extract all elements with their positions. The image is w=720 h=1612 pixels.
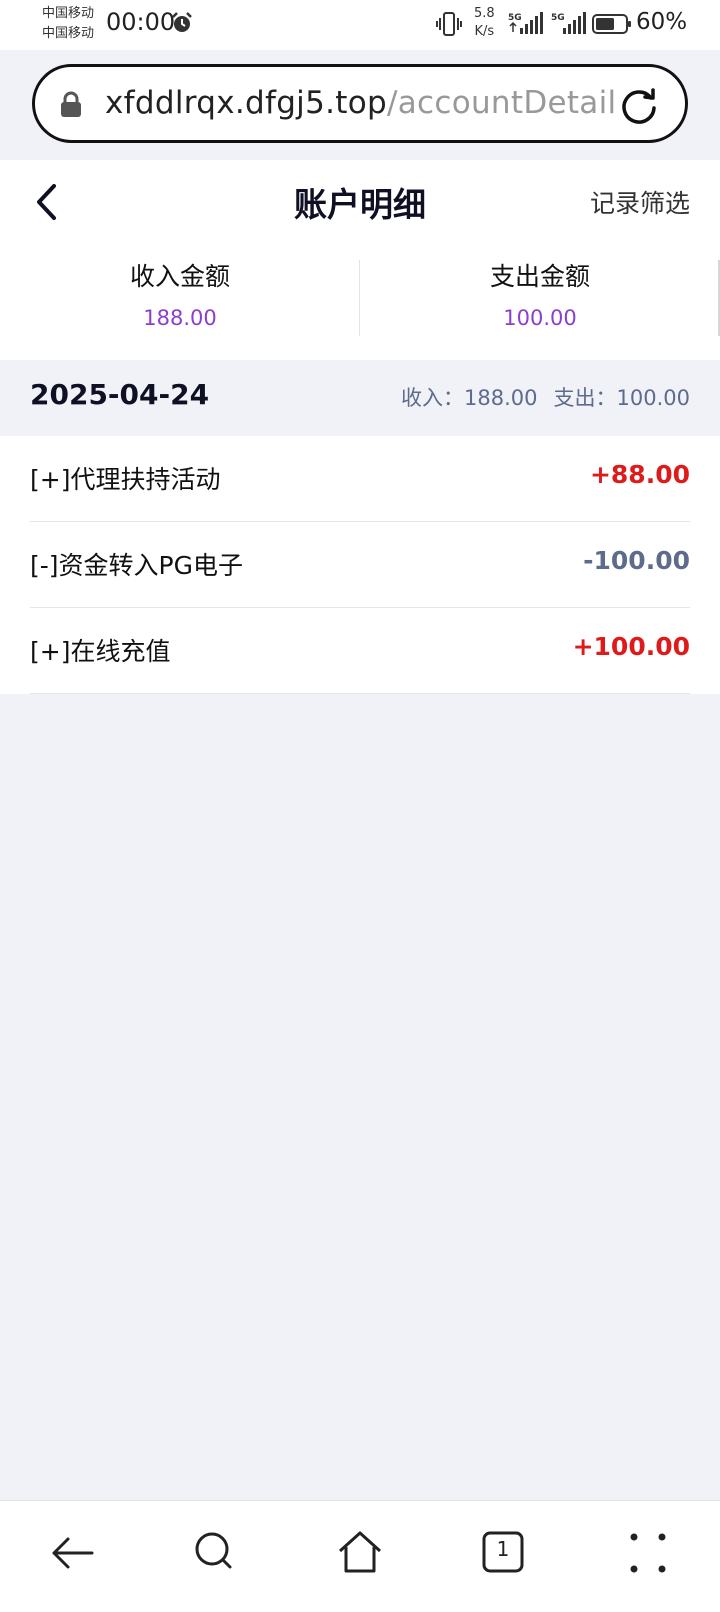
net-speed-unit: K/s xyxy=(474,24,495,39)
url-path: /accountDetail xyxy=(386,85,617,121)
lock-icon[interactable] xyxy=(60,91,82,118)
transaction-amount: +100.00 xyxy=(572,632,690,661)
signal-icon: 5G xyxy=(551,12,586,34)
income-label: 收入金额 xyxy=(129,262,230,291)
clock: 00:00 xyxy=(106,8,176,36)
transaction-row[interactable]: [+]代理扶持活动 +88.00 xyxy=(0,436,720,522)
signal-icon: 5G xyxy=(508,12,543,34)
expense-value: 100.00 xyxy=(503,306,577,330)
net-speed-value: 5.8 xyxy=(474,6,495,21)
group-date: 2025-04-24 xyxy=(30,378,210,411)
tabs-button[interactable]: 1 xyxy=(480,1529,528,1577)
alarm-icon xyxy=(172,12,192,32)
transaction-label: [+]在线充值 xyxy=(30,637,171,666)
reload-icon[interactable] xyxy=(619,86,659,126)
net-speed: 5.8 K/s xyxy=(474,5,495,41)
status-bar: 中国移动 中国移动 00:00 5.8 K/s 5G 5G 60% xyxy=(0,0,720,50)
signal-2-label: 5G xyxy=(551,13,565,23)
menu-dots-icon[interactable] xyxy=(624,1529,672,1577)
browser-bottom-nav: 1 xyxy=(0,1500,720,1612)
page-header: 账户明细 记录筛选 xyxy=(0,160,720,240)
transaction-row[interactable]: [+]在线充值 +100.00 xyxy=(0,608,720,694)
group-expense: 支出：100.00 xyxy=(553,386,690,410)
expense-summary: 支出金额 100.00 xyxy=(360,258,720,338)
signal-1-label: 5G xyxy=(508,13,522,23)
date-group-header: 2025-04-24 收入：188.00 支出：100.00 xyxy=(0,360,720,436)
transaction-amount: +88.00 xyxy=(589,460,690,489)
address-bar[interactable]: xfddlrqx.dfgj5.top/accountDetail xyxy=(32,64,688,143)
group-income: 收入：188.00 xyxy=(401,386,538,410)
transaction-label: [+]代理扶持活动 xyxy=(30,465,221,494)
tab-count: 1 xyxy=(496,1537,510,1561)
income-summary: 收入金额 188.00 xyxy=(0,258,360,338)
url-text[interactable]: xfddlrqx.dfgj5.top/accountDetail xyxy=(105,85,616,121)
record-filter-button[interactable]: 记录筛选 xyxy=(590,184,690,220)
summary-panel: 收入金额 188.00 支出金额 100.00 xyxy=(0,240,720,360)
url-domain: xfddlrqx.dfgj5.top xyxy=(105,85,387,121)
battery-icon xyxy=(592,14,631,34)
transaction-label: [-]资金转入PG电子 xyxy=(30,551,243,580)
transaction-amount: -100.00 xyxy=(583,546,690,575)
carrier-2: 中国移动 xyxy=(42,26,95,41)
home-icon[interactable] xyxy=(336,1529,384,1577)
carrier-names: 中国移动 中国移动 xyxy=(42,4,94,44)
back-arrow-icon[interactable] xyxy=(48,1529,96,1577)
search-icon[interactable] xyxy=(192,1529,240,1577)
carrier-1: 中国移动 xyxy=(42,6,95,21)
transaction-list: [+]代理扶持活动 +88.00 [-]资金转入PG电子 -100.00 [+]… xyxy=(0,436,720,694)
transaction-row[interactable]: [-]资金转入PG电子 -100.00 xyxy=(0,522,720,608)
vibrate-icon xyxy=(436,12,462,36)
income-value: 188.00 xyxy=(143,306,217,330)
group-stats: 收入：188.00 支出：100.00 xyxy=(401,382,690,412)
expense-label: 支出金额 xyxy=(489,262,590,291)
battery-percent: 60% xyxy=(636,9,688,35)
